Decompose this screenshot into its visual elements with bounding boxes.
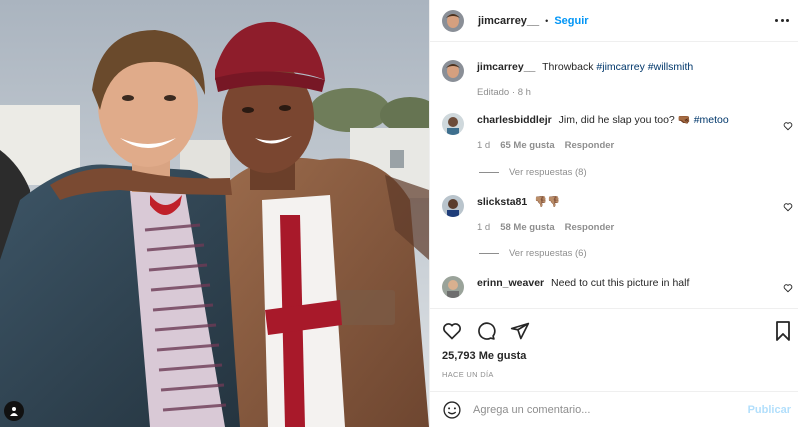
comment-composer: Publicar xyxy=(430,391,798,427)
comment-likes[interactable]: 65 Me gusta xyxy=(500,138,554,153)
comment-text: Jim, did he slap you too? xyxy=(558,114,675,126)
reply-button[interactable]: Responder xyxy=(565,138,615,153)
publish-button[interactable]: Publicar xyxy=(748,404,791,416)
view-replies-button[interactable]: Ver respuestas (8) xyxy=(479,167,587,178)
post-side-panel: jimcarrey__ • Seguir jimcarrey__ Throwba… xyxy=(429,0,798,427)
avatar[interactable] xyxy=(442,276,464,298)
post-photo[interactable] xyxy=(0,0,429,427)
avatar[interactable] xyxy=(442,9,464,32)
edited-age: 8 h xyxy=(517,87,531,98)
caption-hashtag[interactable]: #jimcarrey xyxy=(596,61,644,73)
comment-hashtag[interactable]: #metoo xyxy=(694,114,729,126)
caption-hashtag[interactable]: #willsmith xyxy=(648,61,694,73)
heart-icon[interactable] xyxy=(783,121,793,131)
comment-username[interactable]: slicksta81 xyxy=(477,196,527,208)
comment-input[interactable] xyxy=(473,403,723,416)
comment-age: 1 d xyxy=(477,140,491,151)
comment-item: slicksta81 👎🏽👎🏽 1 d 58 Me gusta Responde… xyxy=(442,195,614,235)
comment-likes[interactable]: 58 Me gusta xyxy=(500,220,554,235)
reply-button[interactable]: Responder xyxy=(565,220,615,235)
follow-button[interactable]: Seguir xyxy=(554,15,588,27)
edited-label: Editado xyxy=(477,87,510,98)
comment-item: charlesbiddlejr Jim, did he slap you too… xyxy=(442,113,729,153)
heart-icon[interactable] xyxy=(442,321,462,341)
caption-text: Throwback xyxy=(542,61,594,73)
comment-text: Need to cut this picture in half xyxy=(551,277,690,289)
avatar[interactable] xyxy=(442,60,464,82)
share-icon[interactable] xyxy=(510,321,530,341)
more-options-icon[interactable] xyxy=(775,13,789,27)
comment-age: 1 d xyxy=(477,222,491,233)
likes-count[interactable]: 25,793 Me gusta xyxy=(442,350,526,362)
separator-dot: • xyxy=(545,15,549,26)
comment-text: 👎🏽👎🏽 xyxy=(534,196,561,208)
emoji-icon[interactable] xyxy=(442,400,462,420)
action-bar xyxy=(430,308,798,341)
caption-username[interactable]: jimcarrey__ xyxy=(477,61,535,73)
comment-emoji: 🤜🏾 xyxy=(677,114,691,126)
post-timestamp: HACE UN DÍA xyxy=(442,370,494,379)
view-replies-button[interactable]: Ver respuestas (6) xyxy=(479,248,587,259)
bookmark-icon[interactable] xyxy=(775,321,791,341)
caption: jimcarrey__ Throwback #jimcarrey #willsm… xyxy=(442,60,693,100)
heart-icon[interactable] xyxy=(783,202,793,212)
avatar[interactable] xyxy=(442,113,464,135)
user-tag-icon[interactable] xyxy=(4,401,24,421)
view-replies-label: Ver respuestas (6) xyxy=(509,248,587,259)
comment-item: erinn_weaver Need to cut this picture in… xyxy=(442,276,689,298)
comment-username[interactable]: erinn_weaver xyxy=(477,277,544,289)
heart-icon[interactable] xyxy=(783,283,793,293)
comment-icon[interactable] xyxy=(476,321,496,341)
view-replies-label: Ver respuestas (8) xyxy=(509,167,587,178)
post-header: jimcarrey__ • Seguir xyxy=(430,0,798,42)
comments-list[interactable]: jimcarrey__ Throwback #jimcarrey #willsm… xyxy=(430,43,798,308)
avatar[interactable] xyxy=(442,195,464,217)
post-username[interactable]: jimcarrey__ xyxy=(478,15,539,27)
comment-username[interactable]: charlesbiddlejr xyxy=(477,114,552,126)
post-image xyxy=(0,0,429,427)
